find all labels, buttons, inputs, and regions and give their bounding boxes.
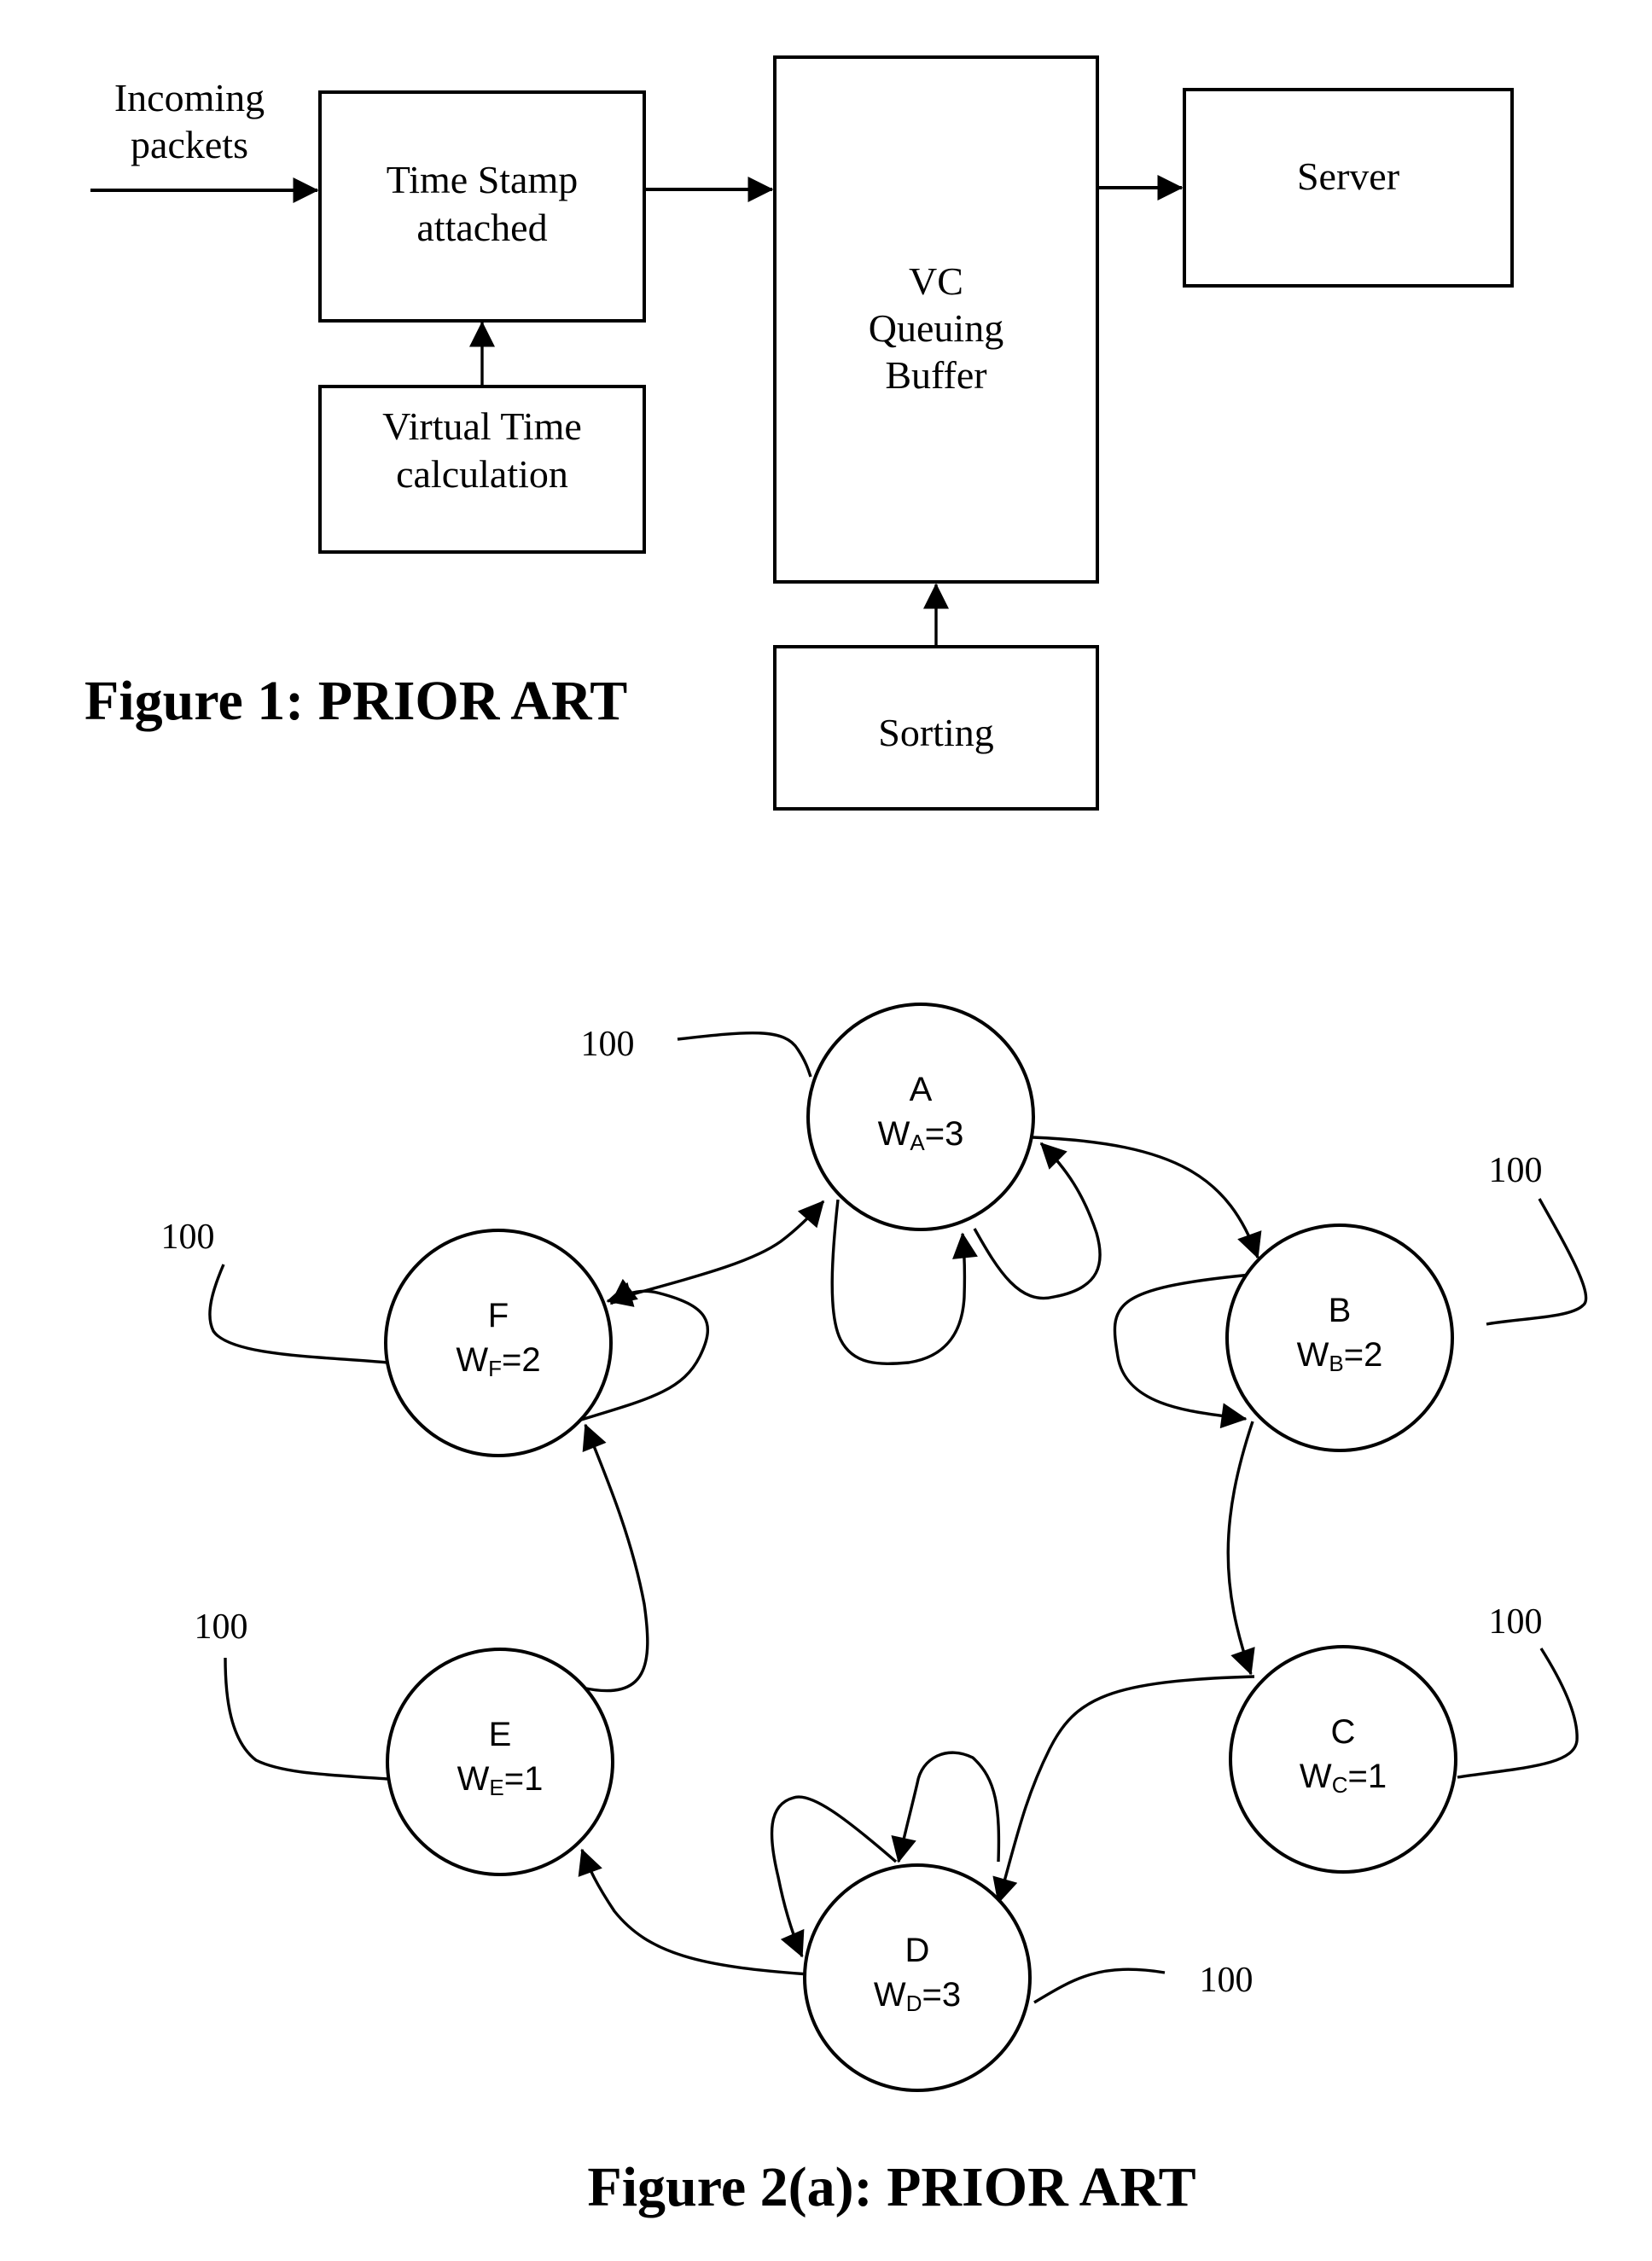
figure-1-caption: Figure 1: PRIOR ART — [84, 670, 627, 732]
ref-label-f: 100 — [161, 1218, 215, 1257]
sorting-label: Sorting — [878, 711, 993, 754]
virtual-time-label-line2: calculation — [396, 452, 568, 496]
edge-c-to-d — [992, 1675, 1255, 1904]
node-d: D WD=3 — [803, 1863, 1032, 2092]
buffer-label-line2: Queuing — [869, 306, 1003, 350]
virtual-time-label-line1: Virtual Time — [382, 404, 582, 448]
edge-d-self-loop-2 — [891, 1751, 1001, 1863]
buffer-label-line1: VC — [909, 259, 963, 303]
timestamp-label-line2: attached — [416, 206, 547, 249]
node-c: C WC=1 — [1229, 1645, 1457, 1874]
edge-e-to-f — [581, 1423, 649, 1693]
ref-leader-f — [208, 1264, 388, 1364]
node-e: E WE=1 — [386, 1648, 614, 1876]
ref-label-e: 100 — [195, 1607, 248, 1647]
ref-leader-d — [1033, 1967, 1166, 2004]
node-b-id: B — [1329, 1292, 1352, 1329]
node-f-id: F — [488, 1297, 509, 1334]
edge-f-to-a — [606, 1200, 825, 1307]
node-c-id: C — [1331, 1713, 1356, 1751]
ref-leader-b — [1486, 1198, 1588, 1326]
timestamp-label-line1: Time Stamp — [387, 158, 579, 201]
figure-2a: 100 100 100 100 100 100 A WA=3 B WB=2 C … — [161, 1003, 1588, 2218]
incoming-label-line2: packets — [131, 123, 248, 166]
ref-leader-c — [1457, 1648, 1579, 1779]
buffer-label-line3: Buffer — [885, 353, 986, 397]
ref-label-c: 100 — [1489, 1602, 1543, 1642]
node-f: F WF=2 — [384, 1229, 613, 1457]
ref-leader-a — [677, 1031, 812, 1078]
ref-label-a: 100 — [581, 1025, 635, 1064]
incoming-label-line1: Incoming — [114, 76, 265, 119]
ref-label-b: 100 — [1489, 1151, 1543, 1190]
node-a: A WA=3 — [806, 1003, 1035, 1231]
node-e-id: E — [489, 1716, 512, 1753]
diagram-canvas: Incoming packets Time Stamp attached Vir… — [84, 55, 1588, 2218]
figure-2a-caption: Figure 2(a): PRIOR ART — [587, 2156, 1195, 2218]
edge-b-to-c — [1226, 1421, 1255, 1676]
ref-leader-e — [224, 1657, 388, 1781]
node-a-id: A — [910, 1071, 933, 1108]
node-d-id: D — [905, 1932, 930, 1969]
edge-a-to-b — [1032, 1136, 1262, 1259]
figure-1: Incoming packets Time Stamp attached Vir… — [84, 55, 1514, 811]
node-b: B WB=2 — [1225, 1223, 1454, 1452]
server-label: Server — [1297, 154, 1399, 198]
ref-label-d: 100 — [1200, 1961, 1254, 2000]
